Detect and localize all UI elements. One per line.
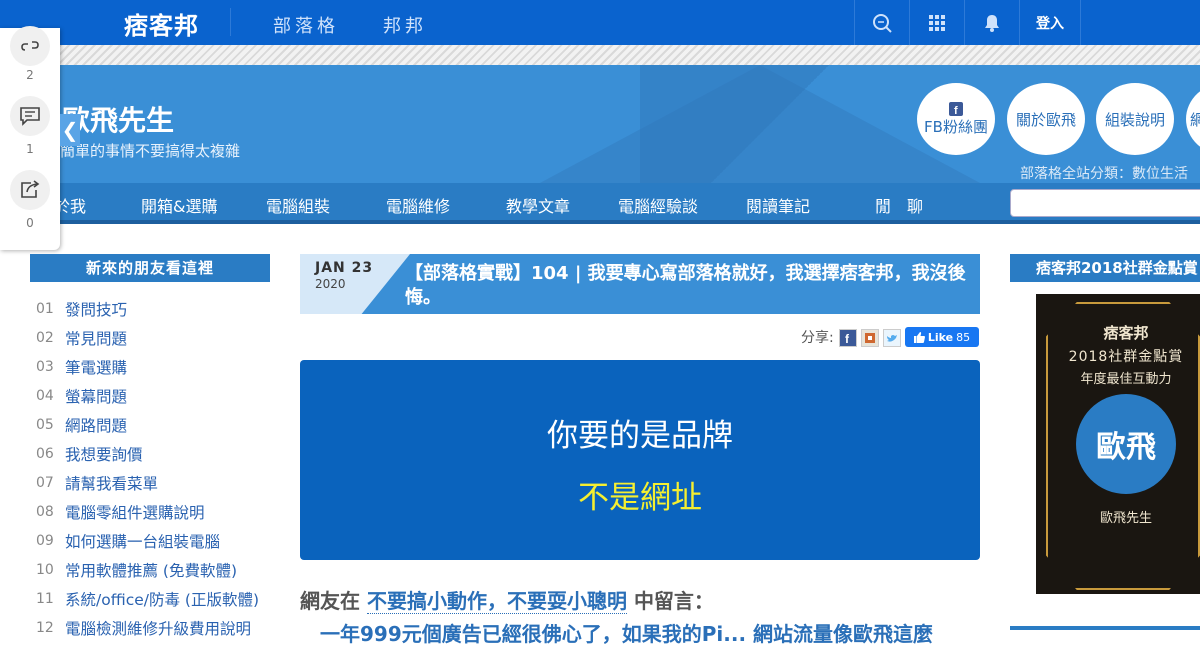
newcomer-list: 01 發問技巧 02 常見問題 03 筆電選購 04 螢幕問題 05 網路問題 06 我想要… [30, 294, 270, 642]
more-circle-label: 網 [1190, 110, 1200, 129]
nav-item-unboxing[interactable]: 開箱&選購 [141, 193, 217, 217]
award-footer: 歐飛先生 [1099, 511, 1152, 526]
nav-item-pc-repair[interactable]: 電腦維修 [386, 193, 450, 217]
fb-fanpage-label: FB粉絲團 [924, 117, 988, 136]
post-header: JAN 23 2020 【部落格實戰】104 | 我要專心寫部落格就好，我選擇痞… [300, 254, 980, 314]
list-item[interactable]: 01 發問技巧 [30, 294, 270, 323]
like-label: Like [927, 330, 954, 344]
hero-line-2: 不是網址 [578, 480, 702, 516]
list-item[interactable]: 03 筆電選購 [30, 352, 270, 381]
apps-grid-icon[interactable] [909, 0, 964, 45]
post-date: JAN 23 [315, 260, 374, 276]
svg-text:f: f [954, 105, 958, 116]
plurk-share-icon[interactable] [861, 329, 879, 347]
share-label: 分享: [801, 330, 834, 346]
about-label: 關於歐飛 [1015, 110, 1076, 129]
twitter-share-icon[interactable] [883, 329, 901, 347]
assembly-guide-button[interactable]: 組裝說明 [1096, 83, 1174, 155]
post-year: 2020 [315, 277, 346, 291]
login-button[interactable]: 登入 [1019, 0, 1081, 45]
list-item[interactable]: 02 常見問題 [30, 323, 270, 352]
nav-item-reading-notes[interactable]: 閱讀筆記 [746, 193, 810, 217]
svg-text:f: f [845, 332, 850, 346]
award-badge-image[interactable]: 痞客邦 2018社群金點賞 年度最佳互動力 歐飛 歐飛先生 [1036, 294, 1200, 594]
comment-icon[interactable] [10, 96, 50, 136]
award-name: 歐飛 [1076, 394, 1176, 494]
list-item[interactable]: 11 系統/office/防毒 (正版軟體) [30, 584, 270, 613]
decorative-stripe [0, 45, 1200, 65]
nav-item-chat[interactable]: 閒 聊 [875, 193, 923, 217]
nav-item-pc-experience[interactable]: 電腦經驗談 [618, 193, 698, 217]
fb-like-button[interactable]: Like 85 [905, 327, 979, 347]
list-item[interactable]: 05 網路問題 [30, 410, 270, 439]
search-icon[interactable] [854, 0, 909, 45]
list-item[interactable]: 10 常用軟體推薦 (免費軟體) [30, 555, 270, 584]
comment-text: 一年999元個廣告已經很佛心了，如果我的Pi... 網站流量像歐飛這麼 [320, 622, 934, 646]
blog-category[interactable]: 部落格全站分類：數位生活 [1020, 163, 1188, 183]
comment-notice: 網友在 不要搞小動作，不要耍小聰明 中留言： [300, 589, 714, 614]
share-icon[interactable] [10, 170, 50, 210]
like-count: 85 [956, 330, 971, 344]
hero-banner: 你要的是品牌 不是網址 [300, 360, 980, 560]
about-button[interactable]: 關於歐飛 [1007, 83, 1085, 155]
bell-icon[interactable] [964, 0, 1019, 45]
list-item[interactable]: 08 電腦零組件選購說明 [30, 497, 270, 526]
blog-subtitle: 簡單的事情不要搞得太複雜 [60, 142, 241, 160]
award-brand: 痞客邦 [1103, 324, 1149, 342]
fb-fanpage-button[interactable]: f FB粉絲團 [917, 83, 995, 155]
list-item[interactable]: 07 請幫我看菜單 [30, 468, 270, 497]
list-item[interactable]: 06 我想要詢價 [30, 439, 270, 468]
facebook-icon: f [949, 101, 963, 116]
site-logo[interactable]: 痞客邦 [124, 6, 199, 41]
award-title: 2018社群金點賞 [1068, 349, 1184, 365]
divider [230, 8, 231, 36]
comment-post-link[interactable]: 不要搞小動作，不要耍小聰明 [366, 589, 627, 614]
floating-share-bar: 2 1 0 [0, 26, 60, 250]
post-title[interactable]: 【部落格實戰】104 | 我要專心寫部落格就好，我選擇痞客邦，我沒後悔。 [405, 262, 975, 310]
link-count: 2 [26, 68, 34, 82]
hero-line-1: 你要的是品牌 [547, 418, 733, 454]
assembly-guide-label: 組裝說明 [1104, 110, 1165, 129]
newcomer-heading: 新來的朋友看這裡 [30, 254, 270, 282]
award-subtitle: 年度最佳互動力 [1080, 372, 1172, 387]
share-count: 0 [26, 216, 34, 230]
divider [1010, 626, 1200, 630]
top-bar: 痞客邦 部落格 邦邦 登入 [0, 0, 1200, 45]
comment-count: 1 [26, 142, 34, 156]
list-item[interactable]: 09 如何選購一台組裝電腦 [30, 526, 270, 555]
more-circle-button[interactable]: 網 [1186, 83, 1200, 155]
blog-search-input[interactable] [1010, 189, 1200, 217]
award-heading: 痞客邦2018社群金點賞 [1010, 254, 1200, 282]
thumbs-up-icon [913, 331, 925, 343]
list-item[interactable]: 12 電腦檢測維修升級費用說明 [30, 613, 270, 642]
nav-blog-link[interactable]: 部落格 [273, 12, 339, 38]
link-icon[interactable] [10, 26, 50, 66]
nav-bangbang-link[interactable]: 邦邦 [383, 12, 427, 38]
collapse-share-bar-button[interactable]: ❮ [60, 114, 80, 146]
facebook-share-icon[interactable]: f [839, 329, 857, 347]
nav-item-tutorials[interactable]: 教學文章 [506, 193, 570, 217]
list-item[interactable]: 04 螢幕問題 [30, 381, 270, 410]
blog-banner: 歐飛先生 簡單的事情不要搞得太複雜 f FB粉絲團 關於歐飛 組裝說明 網 部落… [0, 65, 1200, 183]
nav-item-pc-assembly[interactable]: 電腦組裝 [266, 193, 330, 217]
